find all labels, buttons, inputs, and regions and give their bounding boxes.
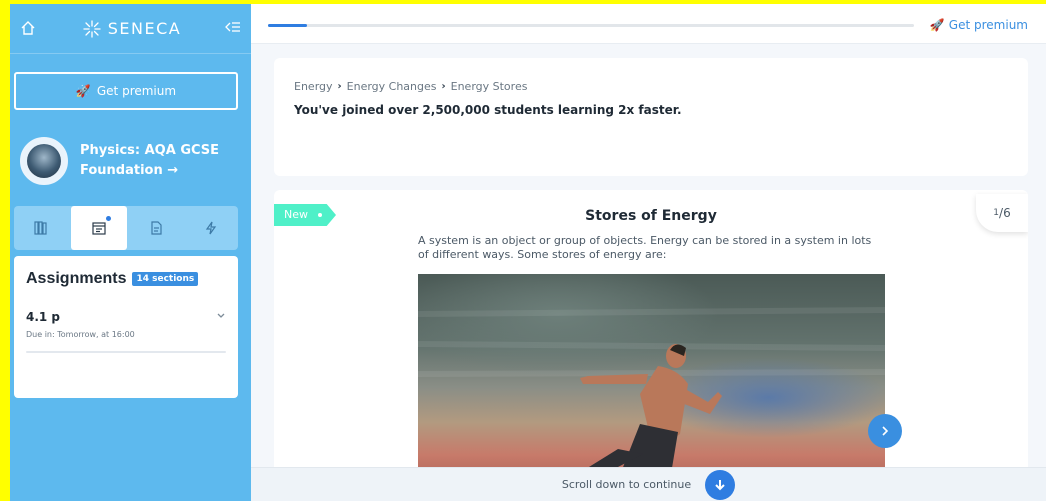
rocket-icon: 🚀 — [75, 84, 91, 98]
chevron-right-icon: › — [337, 81, 342, 92]
assignment-title: 4.1 p — [26, 310, 61, 324]
tab-library[interactable] — [16, 208, 66, 248]
collapse-sidebar-icon[interactable] — [225, 20, 241, 38]
top-premium-label: Get premium — [948, 18, 1028, 32]
assignment-progress-track — [26, 351, 226, 353]
content-card: New 1/6 Stores of Energy A system is an … — [274, 190, 1028, 480]
document-icon — [151, 221, 162, 235]
seneca-logo[interactable]: SENECA — [82, 19, 181, 39]
calendar-icon — [92, 222, 106, 235]
scroll-down-button[interactable] — [705, 469, 736, 500]
arrow-down-icon — [715, 479, 725, 490]
assignments-card: Assignments 14 sections 4.1 p Due in: To… — [14, 256, 238, 398]
breadcrumb-item[interactable]: Energy Changes — [347, 80, 437, 93]
sidebar-get-premium-button[interactable]: 🚀 Get premium — [14, 72, 238, 110]
sprinter-figure — [418, 307, 885, 480]
seneca-burst-icon — [83, 19, 101, 38]
scroll-hint-bar: Scroll down to continue — [251, 467, 1046, 501]
course-link[interactable]: Physics: AQA GCSE Foundation → — [20, 137, 230, 185]
sidebar-tabs — [14, 206, 238, 250]
notification-dot — [105, 216, 111, 221]
lesson-progress-fill — [268, 24, 307, 27]
joined-message: You've joined over 2,500,000 students le… — [294, 103, 682, 117]
assignment-item[interactable]: 4.1 p — [26, 310, 226, 324]
sections-badge: 14 sections — [132, 272, 199, 286]
assignments-title: Assignments — [26, 270, 127, 287]
tab-notes[interactable] — [131, 208, 181, 248]
card-body: A system is an object or group of object… — [418, 234, 872, 261]
breadcrumb-item[interactable]: Energy Stores — [451, 80, 528, 93]
tab-assignments[interactable] — [70, 206, 127, 250]
tab-quick[interactable] — [186, 208, 236, 248]
chevron-right-icon: › — [441, 81, 446, 92]
home-icon[interactable] — [20, 20, 38, 38]
breadcrumb-item[interactable]: Energy — [294, 80, 333, 93]
lightning-icon — [205, 221, 216, 235]
books-icon — [34, 221, 47, 235]
sidebar-header: SENECA — [10, 4, 251, 54]
top-get-premium-link[interactable]: 🚀 Get premium — [930, 18, 1028, 32]
info-card: Energy › Energy Changes › Energy Stores … — [274, 58, 1028, 176]
assignment-due: Due in: Tomorrow, at 16:00 — [26, 330, 135, 339]
scroll-hint-text: Scroll down to continue — [561, 478, 692, 491]
assignments-header: Assignments 14 sections — [26, 270, 226, 288]
premium-label: Get premium — [96, 84, 177, 98]
lesson-progress-bar — [268, 24, 914, 27]
brand-name: SENECA — [107, 19, 182, 38]
sprinter-image — [418, 274, 885, 480]
chevron-right-icon — [882, 426, 889, 436]
card-title: Stores of Energy — [585, 208, 717, 224]
chevron-down-icon[interactable] — [216, 312, 226, 323]
course-title: Physics: AQA GCSE Foundation → — [80, 143, 220, 178]
rocket-icon: 🚀 — [929, 18, 945, 32]
course-avatar — [20, 137, 68, 185]
next-slide-button[interactable] — [868, 414, 902, 448]
sidebar: SENECA 🚀 Get premium Physics: AQA GCSE F… — [10, 4, 251, 501]
top-bar: 🚀 Get premium — [251, 4, 1046, 44]
breadcrumb: Energy › Energy Changes › Energy Stores — [294, 80, 1008, 93]
app-window: SENECA 🚀 Get premium Physics: AQA GCSE F… — [10, 4, 1046, 501]
